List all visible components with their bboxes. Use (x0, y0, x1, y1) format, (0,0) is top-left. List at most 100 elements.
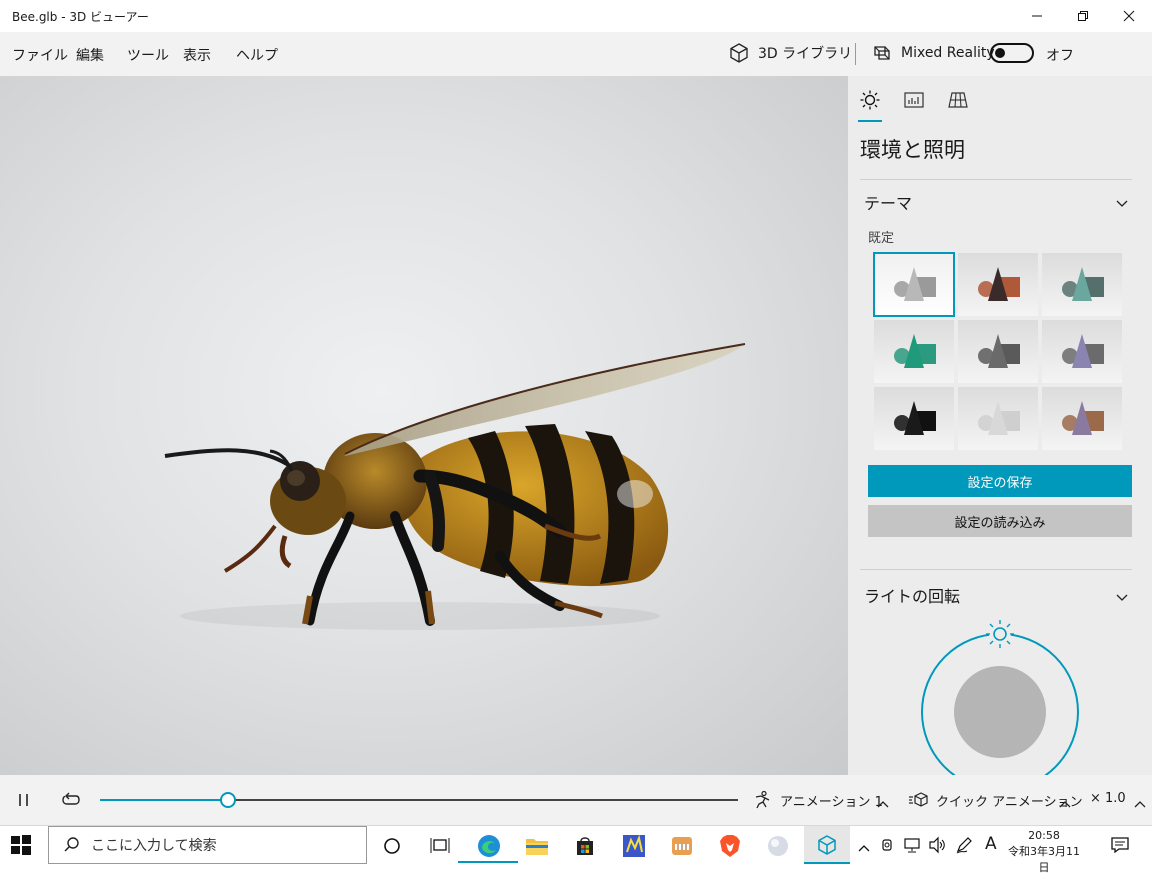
search-placeholder: ここに入力して検索 (91, 838, 217, 854)
timeline-thumb[interactable] (219, 792, 236, 808)
cortana-icon (384, 838, 400, 854)
tab-lighting[interactable] (860, 90, 880, 114)
minimize-button[interactable] (1014, 0, 1060, 32)
running-indicator (458, 861, 518, 863)
theme-tile[interactable] (873, 252, 955, 317)
explorer-app-button[interactable] (523, 832, 551, 860)
timeline-track[interactable] (100, 799, 738, 801)
folder-icon (526, 839, 548, 855)
theme-tile[interactable] (1042, 387, 1122, 450)
theme-tile[interactable] (958, 320, 1038, 383)
stats-icon (904, 92, 924, 108)
toggle-knob (995, 48, 1005, 58)
environment-panel: 環境と照明 テーマ 既定 設定の保存 設定の読み込み ライトの回転 (848, 76, 1152, 775)
chevron-up-icon[interactable] (877, 794, 889, 813)
theme-preview-icon (894, 334, 936, 368)
theme-preview-icon (1062, 334, 1104, 368)
divider (855, 43, 856, 65)
playback-bar: アニメーション 1 クイック アニメーション × 1.0 (0, 775, 1152, 825)
brave-app-button[interactable] (716, 832, 744, 860)
clock[interactable]: 20:58 令和3年3月11日 (1008, 828, 1080, 876)
light-handle-icon (986, 620, 1014, 648)
toggle-state-label: オフ (1046, 48, 1074, 64)
notification-icon (1111, 837, 1129, 854)
theme-tile[interactable] (958, 253, 1038, 316)
edge-icon (478, 835, 500, 857)
theme-preview-icon (978, 334, 1020, 368)
pen-icon[interactable] (955, 836, 973, 858)
mixed-reality-toggle[interactable] (990, 43, 1034, 63)
theme-preview-icon (978, 267, 1020, 301)
volume-icon[interactable] (928, 836, 946, 858)
restore-icon (1078, 11, 1088, 21)
loop-button[interactable] (61, 790, 81, 814)
search-icon (64, 837, 79, 852)
theme-grid (873, 252, 1124, 453)
paint-app-icon (672, 837, 692, 855)
running-figure-icon (755, 790, 770, 809)
window-title: Bee.glb - 3D ビューアー (12, 10, 149, 24)
panel-heading: 環境と照明 (860, 138, 965, 162)
load-settings-button[interactable]: 設定の読み込み (868, 505, 1132, 537)
network-icon[interactable] (904, 836, 922, 858)
chevron-down-icon[interactable] (1116, 588, 1128, 607)
theme-tile[interactable] (1042, 253, 1122, 316)
menu-tools[interactable]: ツール (127, 45, 169, 65)
search-box[interactable]: ここに入力して検索 (48, 826, 367, 864)
chevron-down-icon[interactable] (1116, 194, 1128, 213)
divider (860, 179, 1132, 180)
ime-indicator[interactable]: A (985, 834, 997, 854)
light-rotation-title[interactable]: ライトの回転 (864, 583, 960, 607)
menu-file[interactable]: ファイル (12, 45, 68, 65)
animation-select[interactable]: アニメーション 1 (752, 790, 883, 810)
mixed-reality-group: Mixed Reality (871, 42, 995, 64)
sphere-icon (768, 836, 788, 856)
clock-time: 20:58 (1028, 829, 1060, 842)
bee-model (164, 343, 746, 630)
chevron-up-icon[interactable] (1134, 794, 1146, 813)
notification-center-button[interactable] (1110, 836, 1130, 858)
quick-animation-select[interactable]: クイック アニメーション (908, 790, 1083, 810)
menu-edit[interactable]: 編集 (76, 45, 104, 65)
save-settings-button[interactable]: 設定の保存 (868, 465, 1132, 497)
3d-library-label: 3D ライブラリ (758, 46, 853, 62)
task-view-icon (430, 838, 450, 853)
restore-button[interactable] (1060, 0, 1106, 32)
theme-tile[interactable] (874, 387, 954, 450)
taskbar: ここに入力して検索 A 20:58 令和3年3月11日 (0, 825, 1152, 874)
theme-tile[interactable] (958, 387, 1038, 450)
theme-tile[interactable] (874, 320, 954, 383)
3d-viewport[interactable] (0, 76, 848, 775)
tab-stats[interactable] (904, 90, 924, 114)
tab-active-indicator (858, 120, 882, 122)
chevron-up-icon[interactable] (858, 838, 870, 857)
light-rotation-control[interactable] (920, 616, 1082, 775)
grid-icon (948, 92, 968, 108)
cortana-button[interactable] (378, 832, 406, 860)
tray-meet-icon[interactable] (880, 836, 896, 858)
minimize-icon (1032, 15, 1042, 17)
tab-grid[interactable] (948, 90, 968, 114)
3d-library-button[interactable]: 3D ライブラリ (728, 42, 852, 64)
theme-section-title[interactable]: テーマ (864, 190, 912, 214)
theme-tile[interactable] (1042, 320, 1122, 383)
edge-app-button[interactable] (475, 832, 503, 860)
paint-app-button[interactable] (668, 832, 696, 860)
chevron-up-icon[interactable] (1059, 794, 1071, 813)
menu-view[interactable]: 表示 (183, 45, 211, 65)
3d-viewer-taskbar-button[interactable] (804, 826, 850, 864)
close-button[interactable] (1106, 0, 1152, 32)
speed-selector[interactable]: × 1.0 (1090, 791, 1126, 806)
task-view-button[interactable] (426, 832, 454, 860)
start-button[interactable] (10, 834, 32, 860)
globe-app-button[interactable] (764, 832, 792, 860)
store-icon (577, 837, 593, 855)
menu-help[interactable]: ヘルプ (236, 45, 278, 65)
clock-date: 令和3年3月11日 (1008, 845, 1080, 874)
store-app-button[interactable] (571, 832, 599, 860)
animation-label: アニメーション 1 (780, 794, 883, 810)
game-app-button[interactable] (620, 832, 648, 860)
pause-icon (19, 794, 28, 806)
pause-button[interactable] (16, 792, 32, 812)
sun-icon (860, 90, 880, 110)
